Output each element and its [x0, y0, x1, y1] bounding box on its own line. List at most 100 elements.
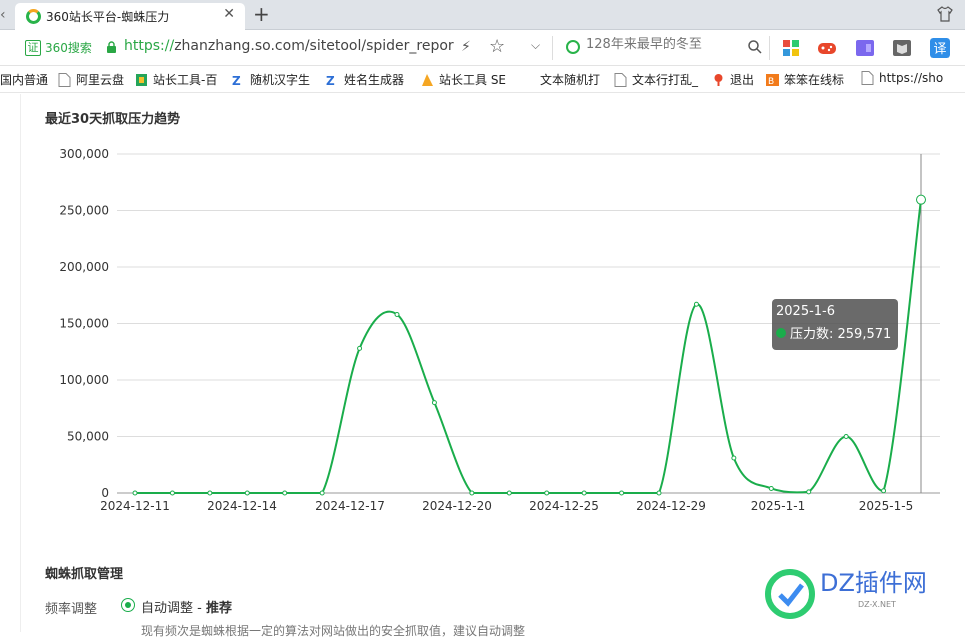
data-point: [619, 490, 625, 496]
data-point: [581, 490, 587, 496]
y-tick-label: 250,000: [59, 204, 109, 218]
bookmark-item[interactable]: Z 随机汉字生: [232, 71, 310, 88]
page-icon: [614, 72, 627, 87]
data-point: [806, 489, 812, 495]
x-tick-label: 2024-12-25: [529, 499, 599, 513]
certificate-badge[interactable]: 证 360搜索: [25, 39, 92, 56]
y-tick-label: 200,000: [59, 260, 109, 274]
data-point: [282, 490, 288, 496]
data-point: [768, 485, 774, 491]
reader-icon[interactable]: [892, 38, 912, 58]
bookmarks-bar: 国内普通 阿里云盘 站长工具-百 Z 随机汉字生 Z 姓名生成器 站长工具 SE 文…: [0, 67, 965, 93]
tab-scroll-left-icon[interactable]: ‹: [0, 6, 10, 24]
data-point: [132, 490, 138, 496]
bookmark-item[interactable]: B 笨笨在线标: [766, 71, 844, 88]
auto-adjust-radio[interactable]: [121, 598, 135, 612]
bookmark-item[interactable]: 文本随机打: [540, 71, 600, 88]
data-point: [394, 311, 400, 317]
tab-bar: ‹ 360站长平台-蜘蛛压力 ✕ +: [0, 0, 965, 30]
tab-title: 360站长平台-蜘蛛压力: [46, 10, 170, 24]
data-point: [916, 194, 926, 205]
data-point: [544, 490, 550, 496]
tool-icon: [136, 73, 147, 86]
data-point: [319, 490, 325, 496]
game-controller-icon[interactable]: [817, 38, 837, 58]
skin-icon[interactable]: [937, 6, 953, 22]
bookmark-item[interactable]: 站长工具 SE: [421, 71, 506, 88]
bookmark-item[interactable]: 退出: [712, 71, 754, 88]
site-watermark-logo: DZ插件网 DZ-X.NET: [765, 569, 927, 619]
x-tick-label: 2025-1-5: [859, 499, 913, 513]
y-tick-label: 300,000: [59, 147, 109, 161]
apps-grid-icon[interactable]: [781, 38, 801, 58]
data-point: [207, 490, 213, 496]
data-point: [357, 345, 363, 351]
data-point: [731, 455, 737, 461]
bookmark-item[interactable]: 文本行打乱_: [614, 71, 698, 88]
series-marker-icon: [776, 327, 786, 338]
y-tick-label: 50,000: [67, 430, 109, 444]
page-icon: [861, 71, 874, 85]
data-point: [169, 490, 175, 496]
site-favicon-icon: [26, 9, 41, 24]
page-icon: [58, 72, 71, 87]
watermark-text: DZ插件网: [820, 569, 927, 597]
translate-icon[interactable]: 译: [930, 38, 950, 58]
cert-icon: 证: [25, 39, 41, 56]
x-tick-label: 2024-12-11: [100, 499, 170, 513]
tooltip-date: 2025-1-6: [776, 304, 836, 319]
svg-text:译: 译: [933, 42, 946, 57]
active-tab[interactable]: 360站长平台-蜘蛛压力 ✕: [15, 3, 245, 30]
bookmark-item[interactable]: https://sho: [861, 71, 943, 85]
new-tab-icon[interactable]: +: [253, 2, 270, 26]
x-tick-label: 2024-12-17: [315, 499, 385, 513]
data-point: [506, 490, 512, 496]
bookmark-item[interactable]: 阿里云盘: [58, 71, 124, 88]
tool-icon: [422, 73, 433, 86]
divider: [769, 36, 770, 60]
x-tick-label: 2024-12-29: [636, 499, 706, 513]
pin-icon: [714, 73, 723, 86]
search-input[interactable]: [586, 37, 736, 52]
bookmark-star-icon[interactable]: ☆: [489, 36, 505, 57]
x-tick-label: 2024-12-20: [422, 499, 492, 513]
url-field[interactable]: https://zhanzhang.so.com/sitetool/spider…: [124, 38, 454, 54]
lock-icon[interactable]: [106, 41, 117, 54]
search-icon[interactable]: [747, 39, 763, 55]
bookmark-item[interactable]: 国内普通: [0, 71, 48, 88]
data-point: [881, 488, 887, 494]
auto-adjust-description: 现有频次是蜘蛛根据一定的算法对网站做出的安全抓取值，建议自动调整: [141, 624, 526, 638]
svg-text:B: B: [768, 77, 774, 87]
bookmark-item[interactable]: Z 姓名生成器: [326, 71, 404, 88]
bookmark-item[interactable]: 站长工具-百: [135, 71, 217, 88]
divider: [552, 36, 553, 60]
x-tick-label: 2024-12-14: [207, 499, 277, 513]
chevron-down-icon[interactable]: ⌵: [531, 38, 540, 53]
data-point: [656, 490, 662, 496]
address-bar: 证 360搜索 https://zhanzhang.so.com/sitetoo…: [0, 30, 965, 66]
zj-icon: Z: [326, 74, 335, 87]
zj-icon: Z: [232, 74, 241, 87]
y-tick-label: 0: [101, 486, 109, 500]
tooltip-value: 压力数: 259,571: [790, 327, 892, 342]
spider-section-title: 蜘蛛抓取管理: [45, 567, 124, 582]
close-tab-icon[interactable]: ✕: [223, 6, 235, 22]
x-tick-label: 2025-1-1: [751, 499, 805, 513]
search-engine-icon[interactable]: [566, 40, 580, 54]
auto-adjust-label[interactable]: 自动调整 - 推荐: [141, 597, 232, 616]
data-point: [431, 400, 437, 406]
svg-text:Z: Z: [326, 74, 335, 87]
data-point: [469, 490, 475, 496]
screen-icon[interactable]: [855, 38, 875, 58]
chart-tooltip: 2025-1-6 压力数: 259,571: [772, 299, 898, 350]
speed-mode-icon[interactable]: ⚡: [461, 39, 471, 55]
frequency-label: 频率调整: [45, 602, 98, 617]
data-point: [843, 434, 849, 439]
bb-icon: B: [766, 73, 779, 87]
page-content: 最近30天抓取压力趋势 300,000 250,000 200,000 150,000…: [0, 94, 965, 638]
y-tick-label: 150,000: [59, 317, 109, 331]
watermark-subtext: DZ-X.NET: [858, 600, 896, 609]
svg-text:Z: Z: [232, 74, 241, 87]
data-point: [693, 301, 699, 307]
y-tick-label: 100,000: [59, 373, 109, 387]
